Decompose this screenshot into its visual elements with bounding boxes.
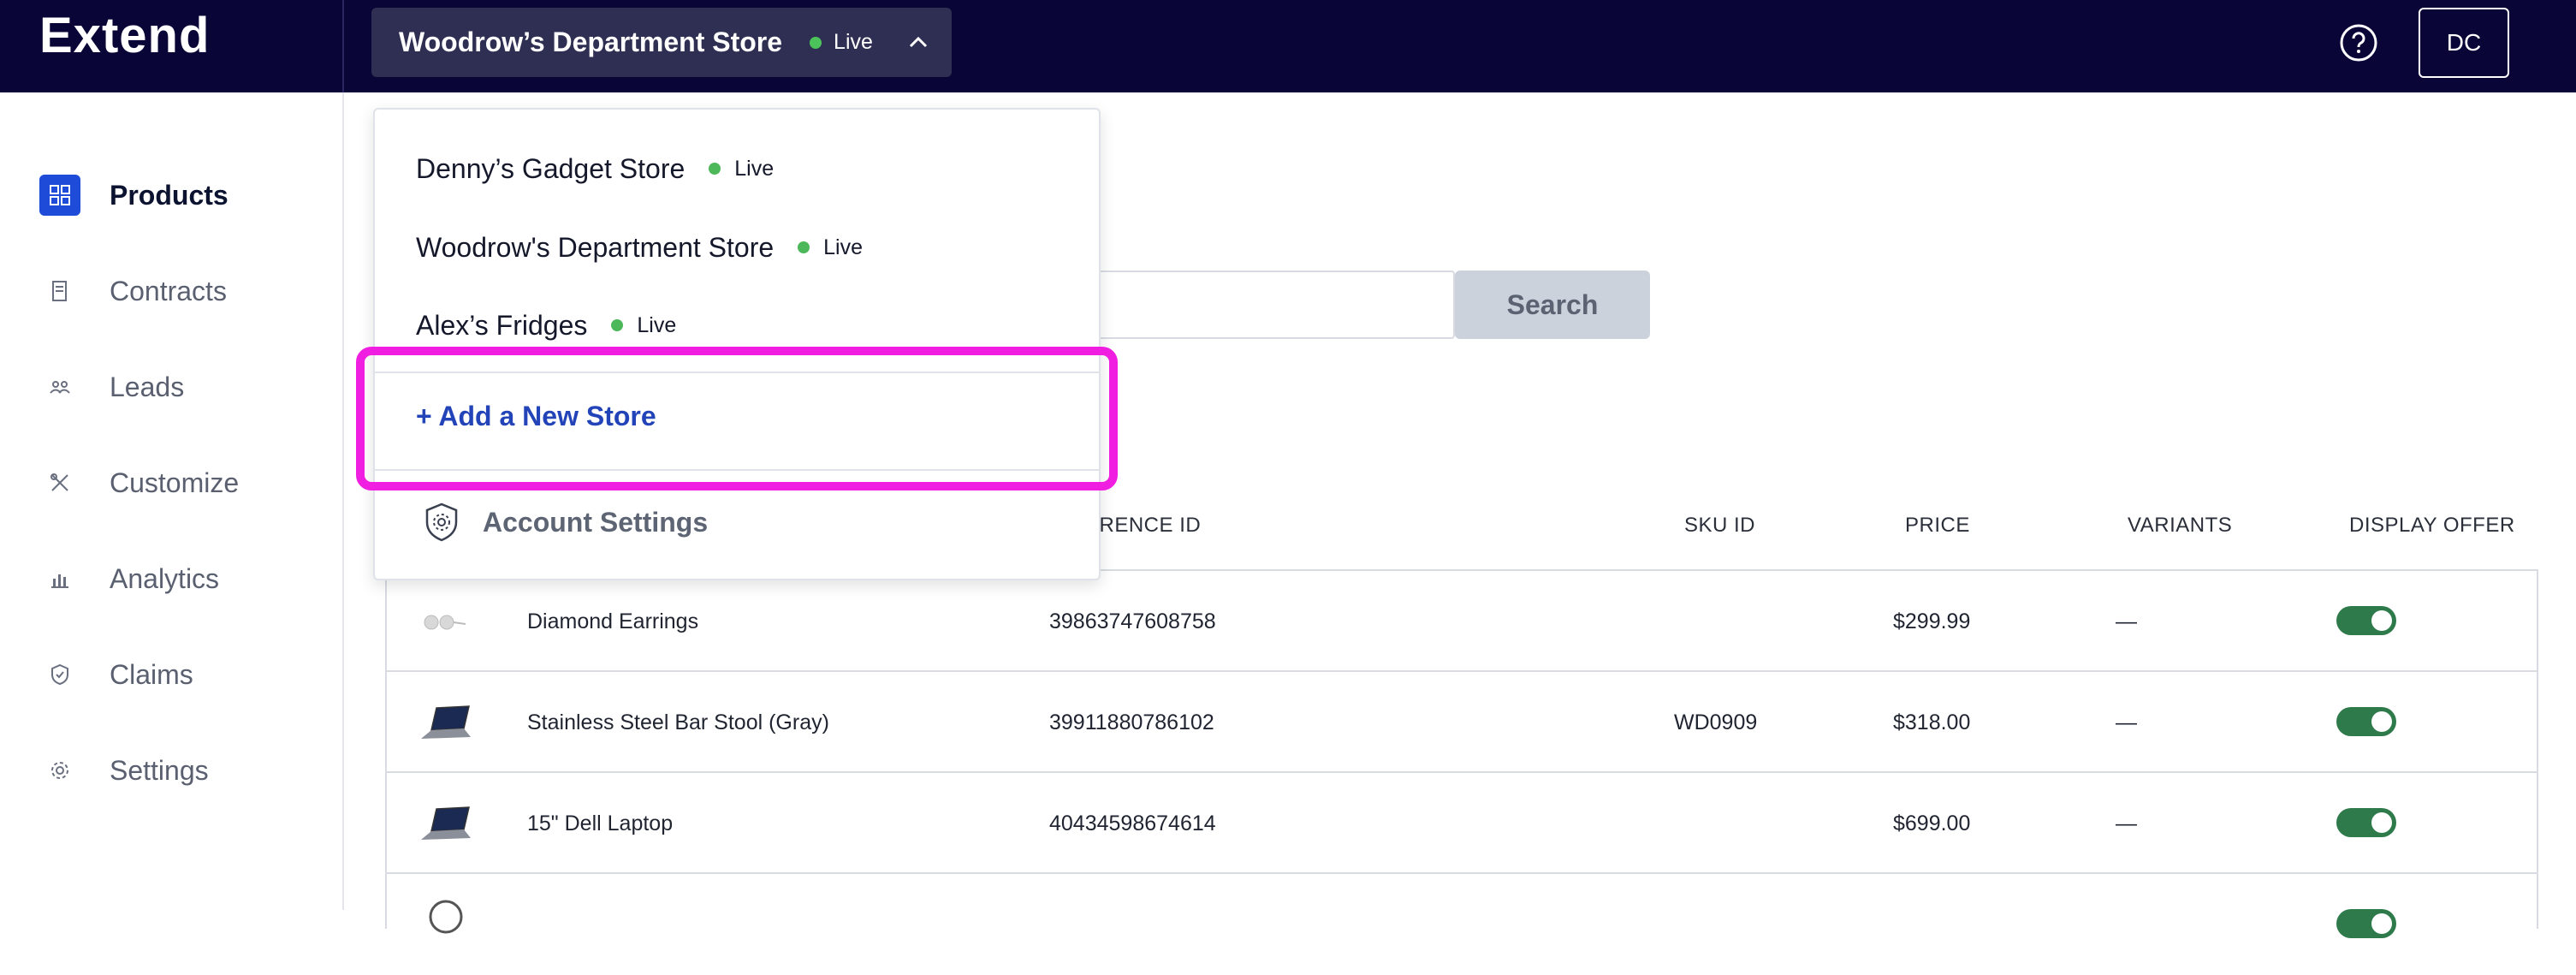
- sidebar-item-claims[interactable]: Claims: [39, 651, 193, 699]
- sidebar-item-label: Claims: [110, 658, 193, 690]
- sidebar-item-products[interactable]: Products: [39, 171, 229, 219]
- account-settings-label: Account Settings: [483, 506, 709, 538]
- tools-icon: [39, 462, 80, 503]
- brand-logo[interactable]: Extend: [39, 7, 210, 64]
- sidebar-item-label: Leads: [110, 371, 185, 402]
- users-icon: [39, 366, 80, 407]
- product-name[interactable]: 15" Dell Laptop: [527, 773, 673, 874]
- sidebar-item-customize[interactable]: Customize: [39, 459, 239, 507]
- brand-area: Extend: [0, 0, 344, 92]
- display-offer-toggle[interactable]: [2336, 909, 2396, 938]
- store-option-dennys-gadget-store[interactable]: Denny’s Gadget Store Live: [416, 147, 774, 190]
- column-header-variants[interactable]: VARIANTS: [2128, 514, 2232, 538]
- display-offer-toggle[interactable]: [2336, 707, 2396, 736]
- live-status-dot: [611, 319, 624, 331]
- sidebar-item-label: Settings: [110, 754, 209, 786]
- sidebar-item-label: Customize: [110, 467, 240, 498]
- price: $299.99: [1893, 609, 1971, 633]
- products-table: Diamond Earrings 39863747608758 $299.99 …: [385, 569, 2538, 938]
- chevron-up-icon: [909, 36, 927, 47]
- earrings-thumbnail: [424, 615, 466, 630]
- live-status-dot: [810, 36, 822, 49]
- sidebar-item-settings[interactable]: Settings: [39, 746, 209, 794]
- column-header-price[interactable]: PRICE: [1905, 514, 1970, 538]
- store-option-name: Alex’s Fridges: [416, 309, 588, 341]
- sidebar-item-label: Analytics: [110, 562, 220, 594]
- variants: —: [2116, 811, 2137, 835]
- grid-icon: [39, 175, 80, 216]
- store-option-name: Woodrow's Department Store: [416, 231, 775, 263]
- receipt-icon: [39, 271, 80, 312]
- laptop-thumbnail: [421, 806, 471, 840]
- store-option-woodrows-department-store[interactable]: Woodrow's Department Store Live: [416, 226, 863, 269]
- store-option-status: Live: [823, 235, 864, 259]
- highlight-annotation: [356, 347, 1118, 490]
- live-status-dot: [709, 163, 721, 175]
- store-option-status: Live: [637, 312, 677, 337]
- store-switcher-dropdown: Denny’s Gadget Store Live Woodrow's Depa…: [373, 108, 1101, 580]
- bar-chart-icon: [39, 558, 80, 599]
- gear-icon: [39, 750, 80, 791]
- product-name[interactable]: Stainless Steel Bar Stool (Gray): [527, 672, 829, 773]
- table-row[interactable]: Diamond Earrings 39863747608758 $299.99 …: [387, 571, 2537, 672]
- reference-id: 39863747608758: [1049, 609, 1216, 633]
- sidebar-item-label: Contracts: [110, 275, 227, 306]
- help-icon[interactable]: [2339, 23, 2378, 62]
- store-switcher-button[interactable]: Woodrow’s Department Store Live: [371, 8, 952, 77]
- sku-id: WD0909: [1674, 710, 1758, 734]
- live-status-dot: [798, 241, 810, 253]
- store-option-status: Live: [734, 156, 775, 181]
- display-offer-toggle[interactable]: [2336, 808, 2396, 837]
- search-button[interactable]: Search: [1455, 271, 1650, 339]
- shield-icon: [39, 654, 80, 695]
- price: $318.00: [1893, 710, 1971, 734]
- search-input[interactable]: [1095, 271, 1455, 339]
- sidebar-item-analytics[interactable]: Analytics: [39, 555, 219, 603]
- sidebar-item-label: Products: [110, 179, 229, 211]
- store-option-alexs-fridges[interactable]: Alex’s Fridges Live: [416, 304, 676, 347]
- column-header-display-offer[interactable]: DISPLAY OFFER: [2349, 514, 2515, 538]
- price: $699.00: [1893, 811, 1971, 835]
- current-store-name: Woodrow’s Department Store: [399, 27, 783, 57]
- user-avatar-button[interactable]: DC: [2419, 8, 2509, 78]
- table-row[interactable]: [387, 874, 2537, 975]
- shield-gear-icon: [425, 502, 458, 542]
- table-row[interactable]: 15" Dell Laptop 40434598674614 $699.00 —: [387, 773, 2537, 874]
- product-name[interactable]: Diamond Earrings: [527, 571, 698, 672]
- current-store-status: Live: [834, 30, 873, 54]
- laptop-thumbnail: [421, 705, 471, 739]
- variants: —: [2116, 609, 2137, 633]
- sidebar-item-contracts[interactable]: Contracts: [39, 267, 227, 315]
- top-bar: Extend Woodrow’s Department Store Live D…: [0, 0, 2576, 92]
- column-header-reference-id[interactable]: ERENCE ID: [1085, 514, 1201, 538]
- display-offer-toggle[interactable]: [2336, 606, 2396, 635]
- reference-id: 39911880786102: [1049, 710, 1214, 734]
- reference-id: 40434598674614: [1049, 811, 1216, 835]
- product-thumbnail: [429, 900, 463, 934]
- table-row[interactable]: Stainless Steel Bar Stool (Gray) 3991188…: [387, 672, 2537, 773]
- sidebar-item-leads[interactable]: Leads: [39, 363, 184, 411]
- sidebar: Products Contracts Leads Customize Analy…: [0, 92, 344, 910]
- store-option-name: Denny’s Gadget Store: [416, 152, 686, 184]
- account-settings-item[interactable]: Account Settings: [423, 502, 708, 543]
- column-header-sku-id[interactable]: SKU ID: [1684, 514, 1755, 538]
- variants: —: [2116, 710, 2137, 734]
